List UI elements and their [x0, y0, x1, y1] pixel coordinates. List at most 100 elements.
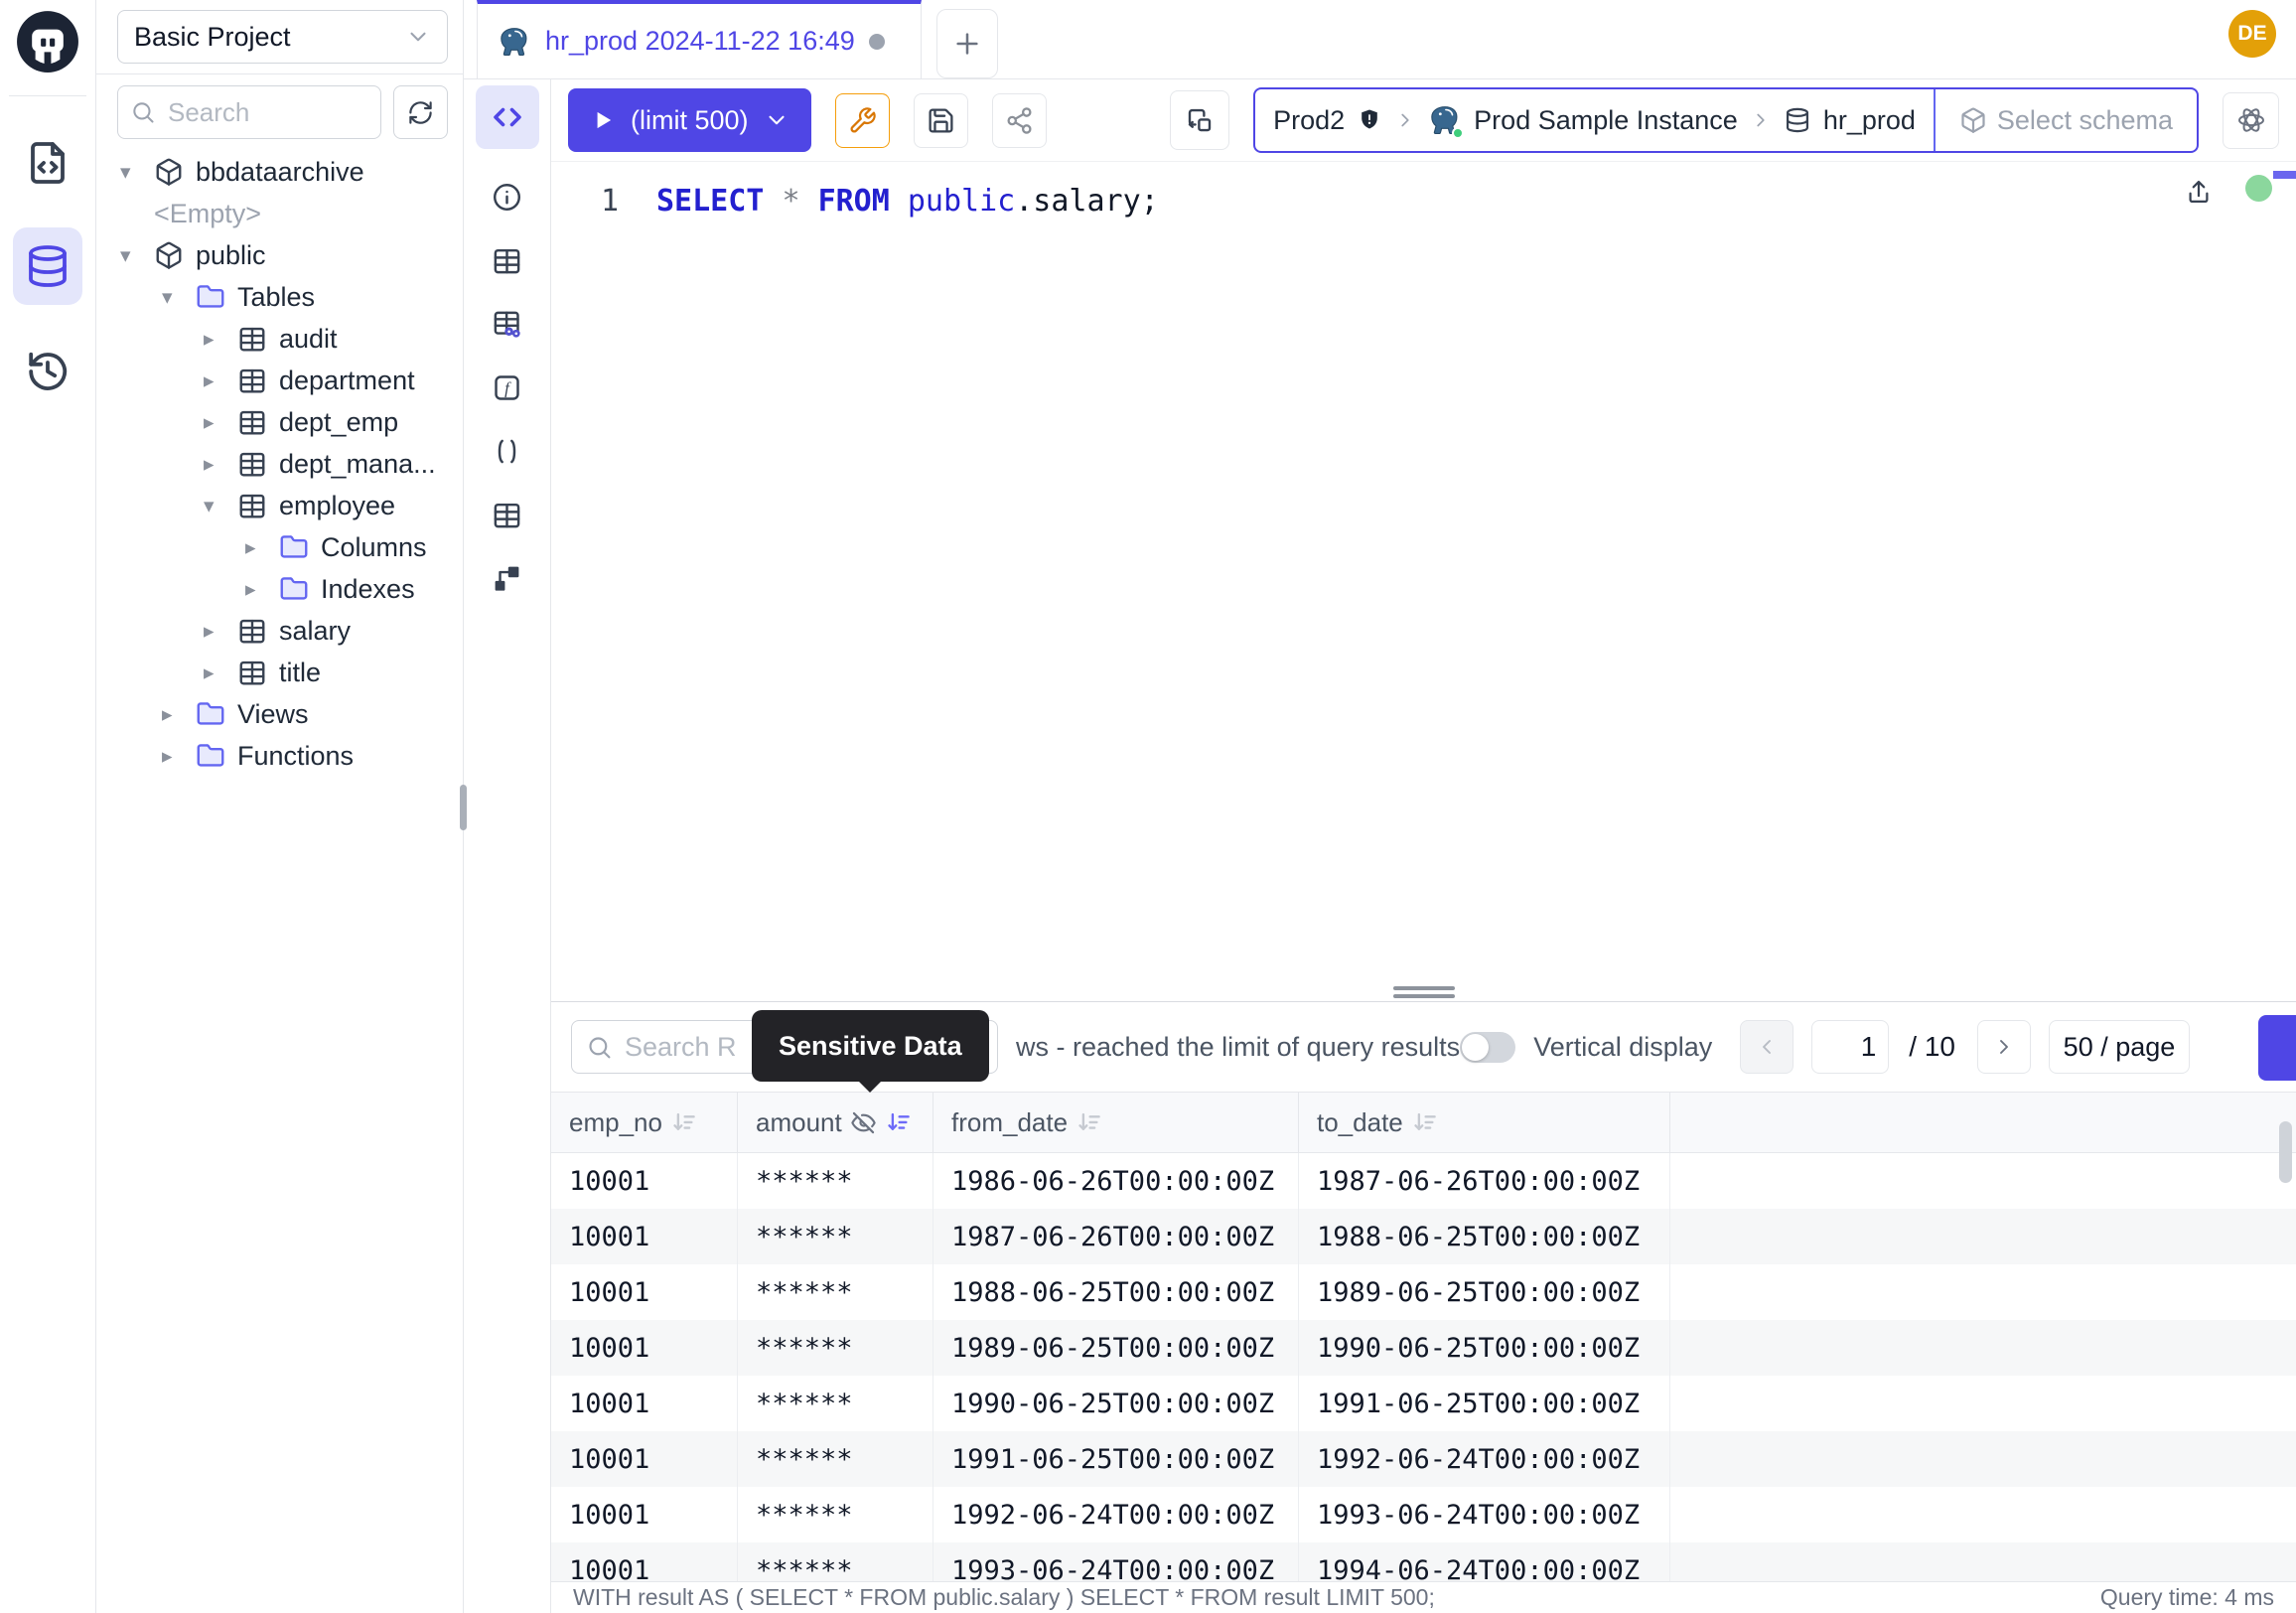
cell-amount[interactable]: ******: [738, 1209, 933, 1264]
app-rail-file-code-button[interactable]: [13, 124, 82, 202]
next-page-button[interactable]: [1977, 1020, 2031, 1074]
cell-to_date[interactable]: 1994-06-24T00:00:00Z: [1299, 1542, 1670, 1581]
sort-icon[interactable]: [1076, 1109, 1102, 1136]
caret-down-icon[interactable]: ▾: [204, 494, 237, 518]
cell-emp_no[interactable]: 10001: [551, 1153, 738, 1209]
tree-item-title[interactable]: ▸title: [96, 652, 463, 693]
new-tab-button[interactable]: [936, 9, 998, 78]
tree-item-dept-mana[interactable]: ▸dept_mana...: [96, 443, 463, 485]
tree-item-bbdataarchive[interactable]: ▾bbdataarchive: [96, 151, 463, 193]
tree-item-department[interactable]: ▸department: [96, 360, 463, 401]
cell-to_date[interactable]: 1988-06-25T00:00:00Z: [1299, 1209, 1670, 1264]
format-sql-button[interactable]: [835, 93, 890, 148]
results-scrollbar[interactable]: [2279, 1121, 2292, 1183]
column-header-amount[interactable]: amount: [738, 1093, 933, 1152]
cell-emp_no[interactable]: 10001: [551, 1542, 738, 1581]
table-row[interactable]: 10001******1991-06-25T00:00:00Z1992-06-2…: [551, 1431, 2296, 1487]
cell-to_date[interactable]: 1989-06-25T00:00:00Z: [1299, 1264, 1670, 1320]
table-row[interactable]: 10001******1993-06-24T00:00:00Z1994-06-2…: [551, 1542, 2296, 1581]
app-rail-history-button[interactable]: [13, 333, 82, 410]
column-header-from_date[interactable]: from_date: [933, 1093, 1299, 1152]
cell-emp_no[interactable]: 10001: [551, 1264, 738, 1320]
tree-item-columns[interactable]: ▸Columns: [96, 526, 463, 568]
caret-right-icon[interactable]: ▸: [204, 327, 237, 352]
sort-icon[interactable]: [1411, 1109, 1438, 1136]
sidebar-search-input[interactable]: [166, 96, 368, 129]
cell-from_date[interactable]: 1988-06-25T00:00:00Z: [933, 1264, 1299, 1320]
sidebar-resize-handle[interactable]: [460, 785, 467, 830]
cell-to_date[interactable]: 1992-06-24T00:00:00Z: [1299, 1431, 1670, 1487]
bytebase-logo[interactable]: [15, 9, 80, 74]
table-row[interactable]: 10001******1990-06-25T00:00:00Z1991-06-2…: [551, 1376, 2296, 1431]
function-icon[interactable]: f: [492, 372, 522, 403]
cell-from_date[interactable]: 1993-06-24T00:00:00Z: [933, 1542, 1299, 1581]
parentheses-icon[interactable]: [492, 436, 522, 467]
cell-to_date[interactable]: 1990-06-25T00:00:00Z: [1299, 1320, 1670, 1376]
tree-item-salary[interactable]: ▸salary: [96, 610, 463, 652]
sidebar-search[interactable]: [117, 85, 381, 139]
tree-item-tables[interactable]: ▾Tables: [96, 276, 463, 318]
tree-item-employee[interactable]: ▾employee: [96, 485, 463, 526]
tree-item-indexes[interactable]: ▸Indexes: [96, 568, 463, 610]
caret-down-icon[interactable]: ▾: [162, 285, 196, 310]
cell-emp_no[interactable]: 10001: [551, 1431, 738, 1487]
sort-icon[interactable]: [885, 1109, 912, 1136]
avatar[interactable]: DE: [2228, 10, 2276, 58]
info-icon[interactable]: [492, 182, 522, 213]
table-row[interactable]: 10001******1986-06-26T00:00:00Z1987-06-2…: [551, 1153, 2296, 1209]
run-query-button[interactable]: (limit 500): [568, 88, 811, 152]
cell-amount[interactable]: ******: [738, 1487, 933, 1542]
table-icon[interactable]: [492, 500, 522, 530]
caret-right-icon[interactable]: ▸: [162, 744, 196, 769]
connection-path[interactable]: Prod2 Prod Sample Instance h: [1255, 103, 1934, 137]
page-number-input[interactable]: 1: [1811, 1020, 1889, 1074]
tree-item-functions[interactable]: ▸Functions: [96, 735, 463, 777]
tree-item-views[interactable]: ▸Views: [96, 693, 463, 735]
eye-off-icon[interactable]: [850, 1109, 877, 1136]
share-button[interactable]: [992, 93, 1047, 148]
cell-from_date[interactable]: 1989-06-25T00:00:00Z: [933, 1320, 1299, 1376]
tree-item-empty[interactable]: <Empty>: [96, 193, 463, 234]
cell-to_date[interactable]: 1987-06-26T00:00:00Z: [1299, 1153, 1670, 1209]
cell-emp_no[interactable]: 10001: [551, 1209, 738, 1264]
tree-item-audit[interactable]: ▸audit: [96, 318, 463, 360]
sort-icon[interactable]: [670, 1109, 697, 1136]
switch-connection-button[interactable]: [1170, 90, 1229, 150]
cell-emp_no[interactable]: 10001: [551, 1376, 738, 1431]
cell-amount[interactable]: ******: [738, 1376, 933, 1431]
vertical-display-toggle[interactable]: [1460, 1032, 1515, 1063]
caret-right-icon[interactable]: ▸: [204, 452, 237, 477]
refresh-button[interactable]: [393, 85, 448, 139]
tree-item-public[interactable]: ▾public: [96, 234, 463, 276]
cell-emp_no[interactable]: 10001: [551, 1320, 738, 1376]
column-header-to_date[interactable]: to_date: [1299, 1093, 1670, 1152]
caret-right-icon[interactable]: ▸: [204, 368, 237, 393]
cell-amount[interactable]: ******: [738, 1153, 933, 1209]
cell-to_date[interactable]: 1993-06-24T00:00:00Z: [1299, 1487, 1670, 1542]
table-row[interactable]: 10001******1987-06-26T00:00:00Z1988-06-2…: [551, 1209, 2296, 1264]
table-row[interactable]: 10001******1992-06-24T00:00:00Z1993-06-2…: [551, 1487, 2296, 1542]
cell-from_date[interactable]: 1986-06-26T00:00:00Z: [933, 1153, 1299, 1209]
cell-from_date[interactable]: 1987-06-26T00:00:00Z: [933, 1209, 1299, 1264]
caret-right-icon[interactable]: ▸: [204, 410, 237, 435]
ai-assistant-button[interactable]: [2223, 92, 2279, 149]
table-icon[interactable]: [492, 245, 522, 276]
masked-table-icon[interactable]: [492, 309, 522, 340]
caret-right-icon[interactable]: ▸: [245, 577, 279, 602]
upload-icon[interactable]: [2185, 178, 2213, 206]
cell-amount[interactable]: ******: [738, 1264, 933, 1320]
tree-item-dept-emp[interactable]: ▸dept_emp: [96, 401, 463, 443]
table-row[interactable]: 10001******1988-06-25T00:00:00Z1989-06-2…: [551, 1264, 2296, 1320]
caret-right-icon[interactable]: ▸: [245, 535, 279, 560]
caret-down-icon[interactable]: ▾: [120, 243, 154, 268]
save-button[interactable]: [914, 93, 968, 148]
cell-from_date[interactable]: 1990-06-25T00:00:00Z: [933, 1376, 1299, 1431]
caret-right-icon[interactable]: ▸: [204, 660, 237, 685]
sql-editor[interactable]: 1 SELECT * FROM public.salary;: [551, 161, 2296, 1001]
app-rail-database-button[interactable]: [13, 227, 82, 305]
cell-amount[interactable]: ******: [738, 1542, 933, 1581]
project-selector[interactable]: Basic Project: [117, 10, 448, 64]
export-button[interactable]: [2258, 1015, 2296, 1081]
caret-right-icon[interactable]: ▸: [204, 619, 237, 644]
cell-from_date[interactable]: 1992-06-24T00:00:00Z: [933, 1487, 1299, 1542]
